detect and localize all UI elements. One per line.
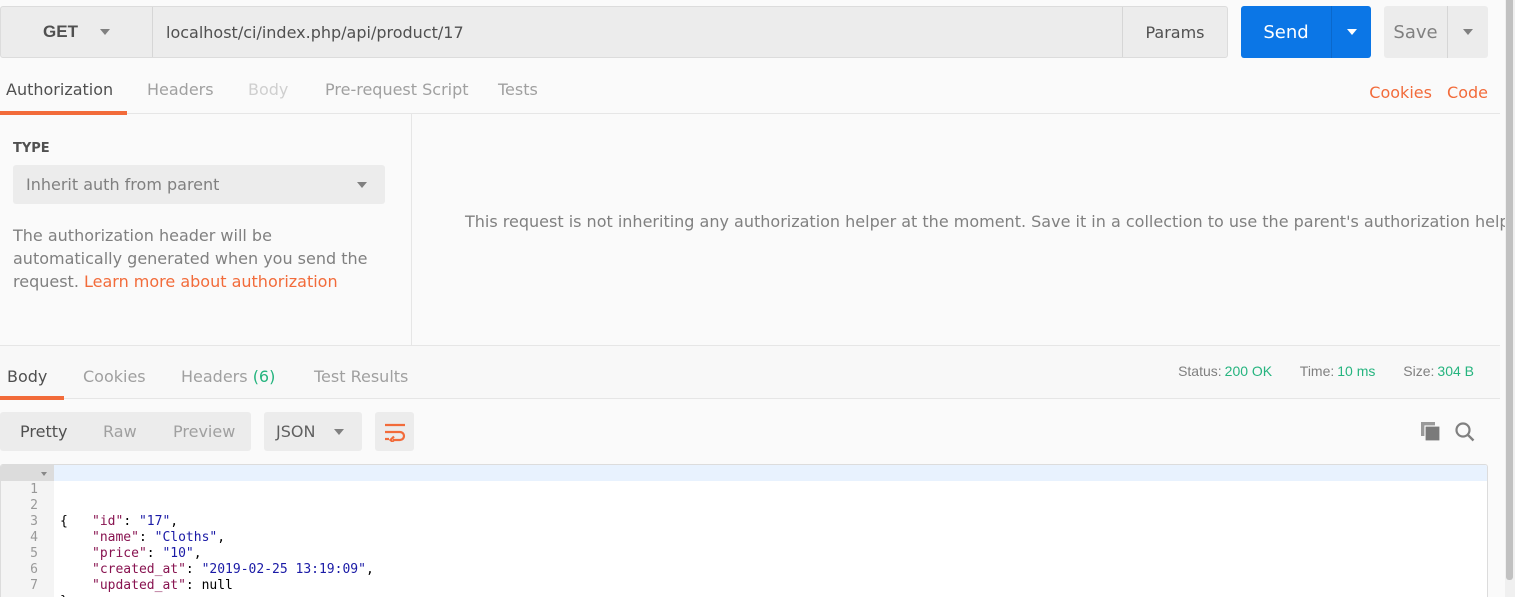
code-line: 6 "updated_at": null <box>1 546 233 593</box>
auth-type-value: Inherit auth from parent <box>26 175 220 194</box>
request-links: Cookies Code <box>1359 83 1488 102</box>
request-tabs: Authorization Headers Body Pre-request S… <box>0 68 1500 115</box>
save-button[interactable]: Save <box>1384 6 1448 58</box>
fold-toggle-icon[interactable] <box>41 472 47 476</box>
chevron-down-icon <box>1346 29 1357 35</box>
view-mode-toggle: Pretty Raw Preview <box>0 412 251 451</box>
tab-headers[interactable]: Headers <box>147 80 214 99</box>
auth-inherit-message: This request is not inheriting any autho… <box>465 212 1515 231</box>
auth-type-panel: TYPE Inherit auth from parent The author… <box>0 114 412 345</box>
chevron-down-icon <box>99 29 110 35</box>
scrollbar-thumb[interactable] <box>1506 0 1513 580</box>
size-label: Size: <box>1403 363 1435 379</box>
view-preview[interactable]: Preview <box>173 422 235 441</box>
chevron-down-icon <box>1463 29 1473 35</box>
code-text: { <box>60 514 68 529</box>
time-value[interactable]: 10 ms <box>1337 363 1375 379</box>
tab-body[interactable]: Body <box>248 80 288 99</box>
code-text: "name": "Cloths", <box>92 530 226 545</box>
tab-response-cookies[interactable]: Cookies <box>83 367 146 386</box>
method-select[interactable]: GET <box>1 7 153 57</box>
tab-pre-request-script[interactable]: Pre-request Script <box>325 80 469 99</box>
json-value: "Cloths" <box>154 530 218 545</box>
method-label: GET <box>43 22 78 41</box>
copy-icon[interactable] <box>1420 421 1442 443</box>
auth-description: The authorization header will be automat… <box>13 224 383 293</box>
send-options-button[interactable] <box>1332 6 1371 58</box>
headers-count-badge: (6) <box>252 367 276 386</box>
send-button[interactable]: Send <box>1241 6 1332 58</box>
chevron-down-icon <box>334 429 344 435</box>
tab-response-headers[interactable]: Headers (6) <box>181 367 275 386</box>
active-tab-indicator <box>0 396 64 400</box>
json-key: "created_at" <box>92 562 186 577</box>
status-label: Status: <box>1178 363 1222 379</box>
page-scrollbar[interactable] <box>1505 0 1515 597</box>
response-meta: Status: 200 OK Time: 10 ms Size: 304 B <box>1178 363 1474 379</box>
search-icon[interactable] <box>1454 421 1476 443</box>
format-select[interactable]: JSON <box>264 412 362 451</box>
code-line: 7 } <box>1 562 68 597</box>
code-text: "id": "17", <box>92 514 179 529</box>
code-text: "created_at": "2019-02-25 13:19:09", <box>92 562 374 577</box>
code-line: 5 "created_at": "2019-02-25 13:19:09", <box>1 530 374 577</box>
json-key: "id" <box>92 514 124 529</box>
send-button-group: Send <box>1241 6 1371 58</box>
tab-tests[interactable]: Tests <box>498 80 538 99</box>
headers-tab-label: Headers <box>181 367 248 386</box>
tab-response-body[interactable]: Body <box>7 367 47 386</box>
json-value: "17" <box>138 514 171 529</box>
view-pretty[interactable]: Pretty <box>20 422 67 441</box>
code-line: 2 "id": "17", <box>1 482 178 529</box>
status-value[interactable]: 200 OK <box>1225 363 1272 379</box>
response-body-editor[interactable]: 1 { 2 "id": "17", 3 "name": "Cloths", 4 … <box>0 464 1488 597</box>
json-key: "updated_at" <box>92 578 186 593</box>
response-tabs: Body Cookies Headers (6) Test Results St… <box>0 346 1500 400</box>
tab-authorization[interactable]: Authorization <box>6 80 113 99</box>
save-button-group: Save <box>1384 6 1488 58</box>
view-raw[interactable]: Raw <box>103 422 137 441</box>
wrap-lines-icon <box>384 423 405 442</box>
url-bar: GET Params <box>0 6 1228 58</box>
save-options-button[interactable] <box>1448 6 1488 58</box>
learn-more-link[interactable]: Learn more about authorization <box>84 272 338 291</box>
code-text: "price": "10", <box>92 546 202 561</box>
active-line-highlight <box>54 465 1487 481</box>
format-value: JSON <box>276 422 316 441</box>
auth-type-select[interactable]: Inherit auth from parent <box>13 165 385 204</box>
line-number: 7 <box>30 578 38 593</box>
cookies-link[interactable]: Cookies <box>1369 83 1432 102</box>
params-button[interactable]: Params <box>1122 7 1227 57</box>
postman-request-page: GET Params Send Save Authorization Heade… <box>0 0 1515 597</box>
size-value[interactable]: 304 B <box>1437 363 1474 379</box>
chevron-down-icon <box>357 182 367 188</box>
json-value: "2019-02-25 13:19:09" <box>201 562 366 577</box>
code-text: "updated_at": null <box>92 578 233 593</box>
code-line: 1 { <box>1 466 68 529</box>
code-link[interactable]: Code <box>1447 83 1488 102</box>
time-label: Time: <box>1299 363 1335 379</box>
json-value: "10" <box>162 546 194 561</box>
tab-test-results[interactable]: Test Results <box>314 367 408 386</box>
code-line: 4 "price": "10", <box>1 514 201 561</box>
code-line: 3 "name": "Cloths", <box>1 498 225 545</box>
json-key: "name" <box>92 530 139 545</box>
wrap-lines-button[interactable] <box>375 412 414 451</box>
type-label: TYPE <box>13 141 50 156</box>
json-value: null <box>201 578 233 593</box>
json-key: "price" <box>92 546 147 561</box>
authorization-panel: TYPE Inherit auth from parent The author… <box>0 114 1515 346</box>
url-input[interactable] <box>153 7 1122 57</box>
